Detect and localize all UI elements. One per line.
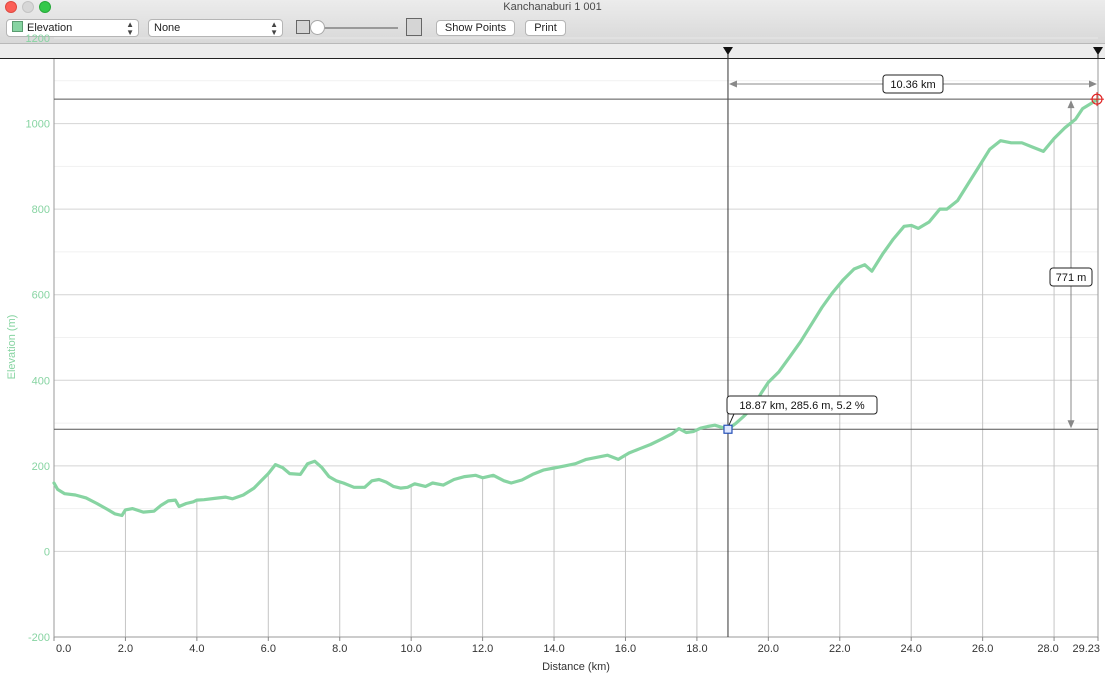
axes (53, 59, 1099, 641)
elevation-gain-label-group: 771 m (1049, 267, 1093, 287)
markers (722, 47, 1104, 434)
point-label-box (726, 395, 878, 415)
end-point-marker-icon (1091, 93, 1103, 105)
grid (54, 37, 1098, 638)
arrow-down-icon (1067, 420, 1075, 429)
y-tick-label: -200 (28, 632, 50, 644)
x-tick-label: 12.0 (472, 643, 493, 655)
start-point-marker (723, 424, 733, 434)
photo-size-slider[interactable] (296, 17, 422, 39)
labels: -2000200400600800100012000.0 2.0 4.0 6.0 8.0… (6, 33, 1100, 673)
point-label-group: 18.87 km, 285.6 m, 5.2 % (726, 395, 878, 415)
arrow-right-icon (1089, 80, 1097, 88)
y-tick-label: 0 (44, 546, 50, 558)
x-tick-label: 2.0 (118, 643, 133, 655)
x-tick-label: 18.0 (686, 643, 707, 655)
chevron-updown-icon: ▲ ▼ (126, 20, 134, 37)
secondary-axis-select[interactable]: None ▲ ▼ (148, 19, 283, 37)
small-photo-icon (296, 20, 310, 34)
window-title: Kanchanaburi 1 001 (503, 1, 602, 13)
chevron-updown-icon: ▲ ▼ (270, 20, 278, 37)
x-tick-label: 8.0 (332, 643, 347, 655)
show-points-button[interactable]: Show Points (436, 20, 515, 36)
secondary-axis-select-label: None (154, 22, 181, 34)
x-tick-label: 4.0 (189, 643, 204, 655)
x-tick-label: 0.0 (56, 643, 71, 655)
elevation-chart[interactable]: -2000200400600800100012000.0 2.0 4.0 6.0 8.0… (0, 0, 1105, 676)
x-tick-label: 20.0 (758, 643, 779, 655)
x-axis-title: Distance (km) (542, 661, 610, 673)
x-tick-label: 26.0 (972, 643, 993, 655)
distance-label: 10.36 km (890, 79, 935, 91)
series-color-swatch (12, 21, 23, 32)
elevation-gain-label-box (1049, 267, 1093, 287)
arrow-left-icon (728, 80, 737, 88)
large-photo-icon (406, 18, 422, 36)
point-label: 18.87 km, 285.6 m, 5.2 % (739, 400, 865, 412)
selection-marker-strip (0, 44, 1105, 59)
x-tick-label: 22.0 (829, 643, 850, 655)
x-tick-label: 28.0 (1037, 643, 1058, 655)
y-tick-label: 600 (32, 290, 50, 302)
distance-label-group: 10.36 km (882, 74, 944, 94)
x-tick-label: 14.0 (543, 643, 564, 655)
y-tick-label: 1000 (26, 119, 50, 131)
y-axis-select-label: Elevation (27, 22, 73, 34)
x-tick-label: 29.23 (1072, 643, 1100, 655)
slider-track[interactable] (316, 27, 398, 29)
elevation-gain-label: 771 m (1056, 272, 1087, 284)
x-tick-label: 6.0 (261, 643, 276, 655)
arrow-up-icon (1067, 100, 1075, 109)
slider-knob[interactable] (310, 20, 325, 35)
y-tick-label: 800 (32, 204, 50, 216)
print-button[interactable]: Print (525, 20, 566, 36)
selection-overlay (54, 58, 1098, 637)
distance-label-box (882, 74, 944, 94)
y-tick-label: 200 (32, 461, 50, 473)
selection-handle-icon (722, 47, 733, 55)
x-tick-label: 24.0 (900, 643, 921, 655)
y-tick-label: 400 (32, 375, 50, 387)
y-axis-title: Elevation (m) (6, 315, 18, 380)
x-tick-label: 10.0 (400, 643, 421, 655)
x-tick-label: 16.0 (615, 643, 636, 655)
callout-pointer (728, 413, 744, 426)
elevation-line (52, 97, 1100, 518)
selection-handle-icon (1093, 47, 1103, 55)
y-axis-select[interactable]: Elevation ▲ ▼ (6, 19, 139, 37)
title-bar: Kanchanaburi 1 001 Elevation ▲ ▼ None ▲ ▼ … (0, 0, 1105, 44)
